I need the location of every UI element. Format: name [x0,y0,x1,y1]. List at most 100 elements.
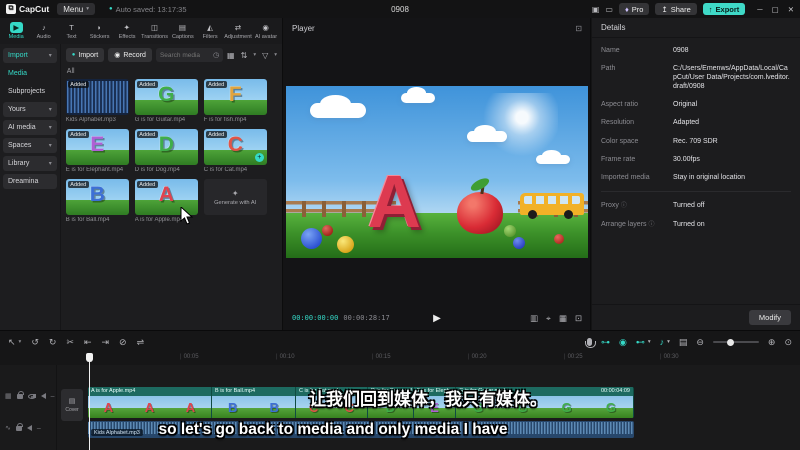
stickers-icon: ◗ [96,23,102,32]
zoom-out-icon[interactable]: ⊖ [696,337,704,348]
collapse-track-icon[interactable]: – [37,425,41,432]
tab-adjustment[interactable]: ⇄ Adjustment [224,22,252,40]
lock-track-icon[interactable] [16,390,24,399]
redo-icon[interactable]: ↻ [49,337,57,348]
sidebar-item-label: Spaces [8,142,32,149]
waveform-view-icon[interactable]: ∿ [5,424,11,432]
layout-switch-icon[interactable]: ▣ [592,5,600,14]
scene-apple [456,191,503,234]
tab-text[interactable]: T Text [58,22,85,40]
display-settings-icon[interactable]: ▥ [530,313,538,324]
filter-icon[interactable]: ▽ [262,51,268,60]
panel-expand-icon[interactable]: ⊡ [575,24,582,33]
project-title: 0908 [391,4,409,14]
tab-transitions[interactable]: ◫ Transitions [141,22,168,40]
media-item-f-fish[interactable]: Added F F is for fish.mp4 [203,79,267,123]
minimize-button[interactable]: ─ [757,5,762,14]
screen-mode-icon[interactable]: ▭ [605,5,613,14]
mute-track-icon[interactable] [32,393,46,399]
link-clips-icon[interactable]: ⊶ [601,337,610,348]
media-item-c-cat[interactable]: Added C + C is for Cat.mp4 [203,129,267,173]
scene-ball [322,224,334,236]
play-button[interactable]: ▶ [433,313,441,324]
history-clock-icon[interactable]: ◷ [213,51,219,59]
media-item-kids-alphabet[interactable]: Added Kids Alphabet.mp3 [65,79,129,123]
chevron-down-icon: ▾ [48,161,52,167]
tab-effects[interactable]: ✦ Effects [114,22,141,40]
chevron-down-icon[interactable]: ▾ [667,339,670,345]
fullscreen-icon[interactable]: ⊡ [575,313,582,324]
pro-label: Pro [631,4,644,14]
transitions-icon: ◫ [151,23,159,32]
sidebar-item-library[interactable]: Library ▾ [3,156,57,171]
trim-left-icon[interactable]: ⇤ [84,337,92,348]
tab-media[interactable]: ▶ Media [3,22,30,40]
tab-audio[interactable]: ♪ Audio [31,22,58,40]
modify-button[interactable]: Modify [748,310,791,325]
pro-button[interactable]: ♦ Pro [618,3,650,15]
sidebar-item-yours[interactable]: Yours ▾ [3,102,57,117]
fit-timeline-icon[interactable]: ⊙ [784,337,792,348]
record-button[interactable]: ◉ Record [108,48,152,62]
detail-value: Rec. 709 SDR [673,137,718,145]
add-to-timeline-button[interactable]: + [254,153,264,162]
mirror-icon[interactable]: ⇌ [137,337,145,348]
preview-axis-icon[interactable]: ⊷ [636,337,645,348]
sidebar-item-dreamina[interactable]: Dreamina [3,174,57,189]
media-item-e-elephant[interactable]: Added E E is for Elephant.mp4 [65,129,129,173]
video-preview[interactable]: A [286,86,588,258]
cover-template-icon[interactable]: ▤ [679,337,688,348]
generate-with-ai-tile[interactable]: ✦ Generate with AI [203,179,267,223]
playhead[interactable] [86,353,93,450]
tab-stickers[interactable]: ◗ Stickers [86,22,113,40]
magnet-snap-icon[interactable]: ◉ [619,337,627,348]
grid-view-icon[interactable]: ▦ [227,51,235,60]
ruler-tick: 00:30 [660,354,679,360]
clip-b-ball[interactable]: B is for Ball.mp4 BB [212,387,296,418]
tab-filters[interactable]: ◭ Filters [197,22,224,40]
pointer-tool-icon[interactable]: ↖ [8,337,16,348]
media-item-g-guitar[interactable]: Added G G is for Guitar.mp4 [134,79,198,123]
quality-icon[interactable]: ▦ [559,313,567,324]
tab-captions[interactable]: ▤ Captions [169,22,196,40]
cover-button[interactable]: ▤ Cover [61,389,83,421]
delete-icon[interactable]: ⊘ [119,337,127,348]
chevron-down-icon[interactable]: ▾ [648,339,651,345]
preview-focus-icon[interactable]: ⌖ [546,313,551,324]
sidebar-item-ai-media[interactable]: AI media ▾ [3,120,57,135]
split-icon[interactable]: ✂ [66,337,74,348]
current-time: 00:00:00:00 [292,314,339,322]
menu-button[interactable]: Menu ▾ [57,3,96,15]
timeline-ruler[interactable]: 00:05 00:10 00:15 00:20 00:25 00:30 [0,353,800,365]
close-button[interactable]: ✕ [788,5,794,14]
track-audio-icon[interactable]: ♪ [660,337,665,347]
thumbnail-view-icon[interactable]: ▦ [5,392,12,400]
search-input[interactable] [159,51,210,59]
zoom-in-icon[interactable]: ⊕ [768,337,776,348]
tab-ai-avatar[interactable]: ◉ AI avatar [252,22,279,40]
sidebar-item-media[interactable]: Media [3,66,57,81]
media-item-b-ball[interactable]: Added B B is for Ball.mp4 [65,179,129,223]
export-button[interactable]: ↑ Export [702,3,746,15]
share-button[interactable]: ↥ Share [655,3,697,15]
sparkle-icon: ✦ [231,188,239,198]
trim-right-icon[interactable]: ⇥ [102,337,110,348]
sidebar-item-import[interactable]: Import ▾ [3,48,57,63]
media-item-d-dog[interactable]: Added D D is for Dog.mp4 [134,129,198,173]
section-label-all[interactable]: All [67,68,277,75]
mute-track-icon[interactable] [18,425,32,431]
collapse-track-icon[interactable]: – [51,393,55,400]
search-box[interactable]: ◷ [155,48,224,62]
clip-a-apple[interactable]: A is for Apple.mp4 AAA [88,387,212,418]
slider-knob[interactable] [726,338,734,346]
chevron-down-icon[interactable]: ▾ [19,339,22,345]
sidebar-item-subprojects[interactable]: Subprojects [3,84,57,99]
undo-icon[interactable]: ↺ [31,337,39,348]
import-button[interactable]: ● Import [65,48,105,62]
maximize-button[interactable]: ▢ [772,5,779,14]
timeline-zoom-slider[interactable] [712,338,759,346]
sidebar-item-spaces[interactable]: Spaces ▾ [3,138,57,153]
clip-duration: 00:00:04:09 [600,388,630,394]
record-voiceover-icon[interactable] [584,338,596,348]
sort-icon[interactable]: ⇅ [241,51,248,60]
